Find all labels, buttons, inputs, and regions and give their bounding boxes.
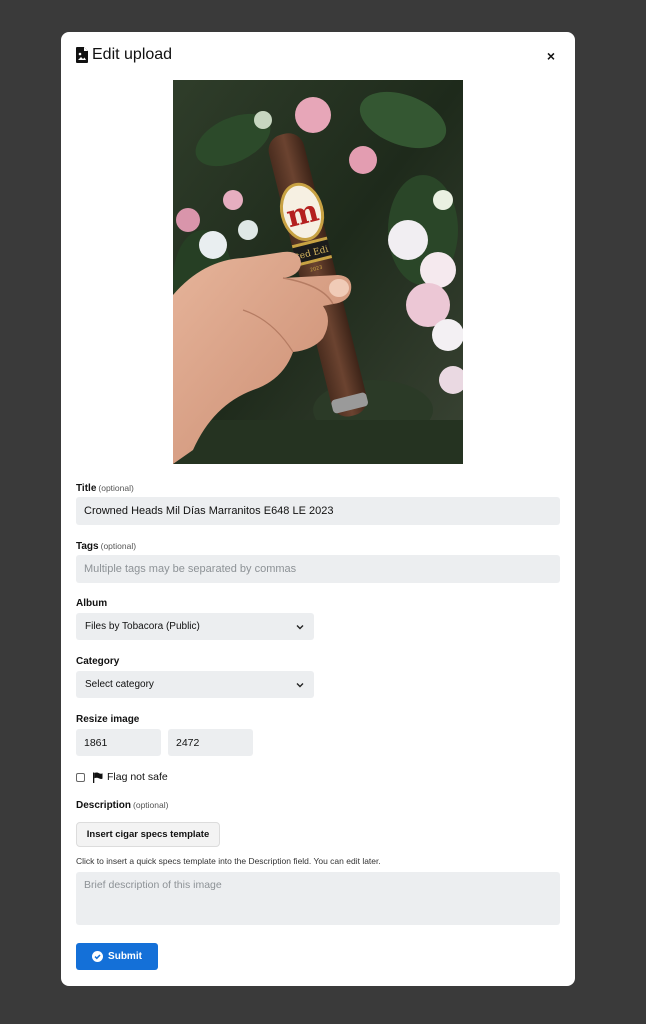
resize-width-input[interactable] xyxy=(76,729,161,756)
modal-title-group: Edit upload xyxy=(76,46,172,64)
modal-header: Edit upload × xyxy=(76,46,560,68)
modal-title: Edit upload xyxy=(92,46,173,63)
chevron-down-icon xyxy=(296,624,304,629)
insert-template-label: Insert cigar specs template xyxy=(86,829,210,840)
title-label: Title (optional) xyxy=(76,483,134,494)
flag-icon xyxy=(93,772,103,783)
resize-label: Resize image xyxy=(76,714,140,725)
description-label-text: Description xyxy=(76,800,132,811)
check-circle-icon xyxy=(92,951,104,962)
chevron-down-icon xyxy=(296,682,304,687)
title-optional-hint: (optional) xyxy=(98,483,134,493)
description-textarea[interactable] xyxy=(76,872,560,925)
title-input[interactable] xyxy=(76,497,560,525)
description-optional-hint: (optional) xyxy=(133,800,169,810)
close-icon: × xyxy=(546,48,556,64)
description-label: Description (optional) xyxy=(76,800,168,811)
edit-upload-modal: Edit upload × m ted Edi 2023 Title (opti… xyxy=(61,32,575,986)
category-selected-value: Select category xyxy=(85,679,154,690)
tags-input[interactable] xyxy=(76,555,560,583)
tags-label-text: Tags xyxy=(76,541,99,552)
album-selected-value: Files by Tobacora (Public) xyxy=(85,621,200,632)
resize-height-input[interactable] xyxy=(168,729,253,756)
title-label-text: Title xyxy=(76,483,97,494)
submit-label: Submit xyxy=(108,951,142,962)
album-label: Album xyxy=(76,598,108,609)
tags-label: Tags (optional) xyxy=(76,541,136,552)
template-helper-text: Click to insert a quick specs template i… xyxy=(76,856,381,866)
file-image-icon xyxy=(76,47,88,63)
tags-optional-hint: (optional) xyxy=(100,541,137,551)
nsfw-label: Flag not safe xyxy=(107,771,168,783)
upload-photo: m ted Edi 2023 xyxy=(173,80,463,464)
submit-button[interactable]: Submit xyxy=(76,943,158,970)
nsfw-checkbox[interactable] xyxy=(76,772,85,782)
insert-template-button[interactable]: Insert cigar specs template xyxy=(76,822,220,847)
category-select[interactable]: Select category xyxy=(76,671,314,698)
category-label: Category xyxy=(76,656,120,667)
album-select[interactable]: Files by Tobacora (Public) xyxy=(76,613,314,640)
close-button[interactable]: × xyxy=(542,46,560,66)
cigar-photo: m ted Edi 2023 xyxy=(173,80,463,464)
nsfw-row: Flag not safe xyxy=(76,771,168,783)
